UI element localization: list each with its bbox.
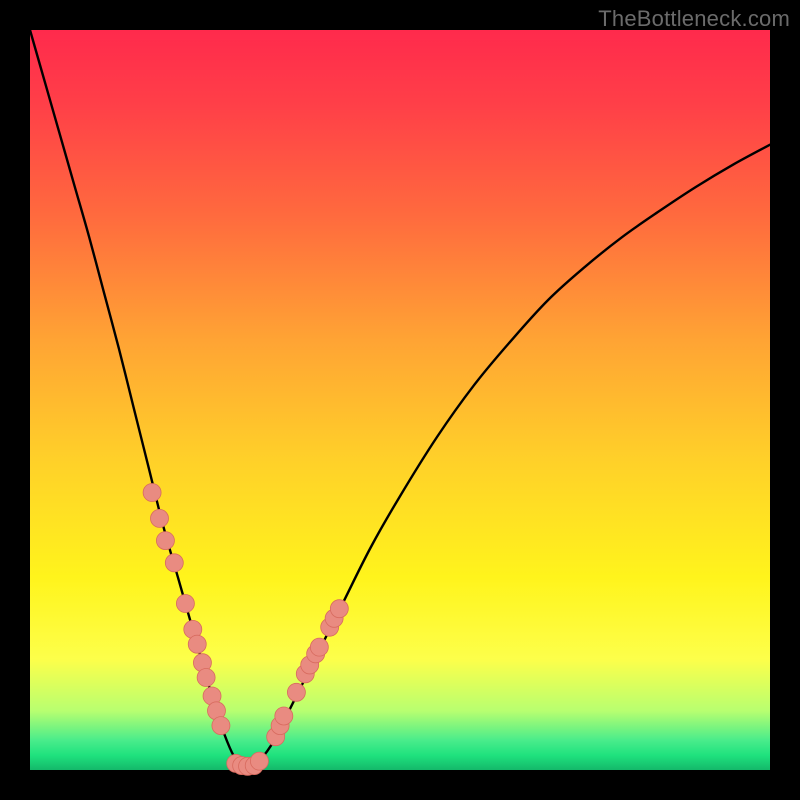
chart-svg [30, 30, 770, 770]
curve-marker [212, 717, 230, 735]
curve-marker [287, 683, 305, 701]
curve-marker [197, 669, 215, 687]
watermark-text: TheBottleneck.com [598, 6, 790, 32]
curve-marker [188, 635, 206, 653]
curve-marker [165, 554, 183, 572]
curve-marker [275, 707, 293, 725]
curve-marker [156, 532, 174, 550]
chart-frame: TheBottleneck.com [0, 0, 800, 800]
curve-markers [143, 484, 348, 776]
curve-marker [176, 595, 194, 613]
chart-plot-area [30, 30, 770, 770]
curve-marker [310, 638, 328, 656]
curve-marker [330, 600, 348, 618]
curve-marker [143, 484, 161, 502]
bottleneck-curve [30, 30, 770, 767]
curve-marker [151, 509, 169, 527]
curve-marker [250, 752, 268, 770]
